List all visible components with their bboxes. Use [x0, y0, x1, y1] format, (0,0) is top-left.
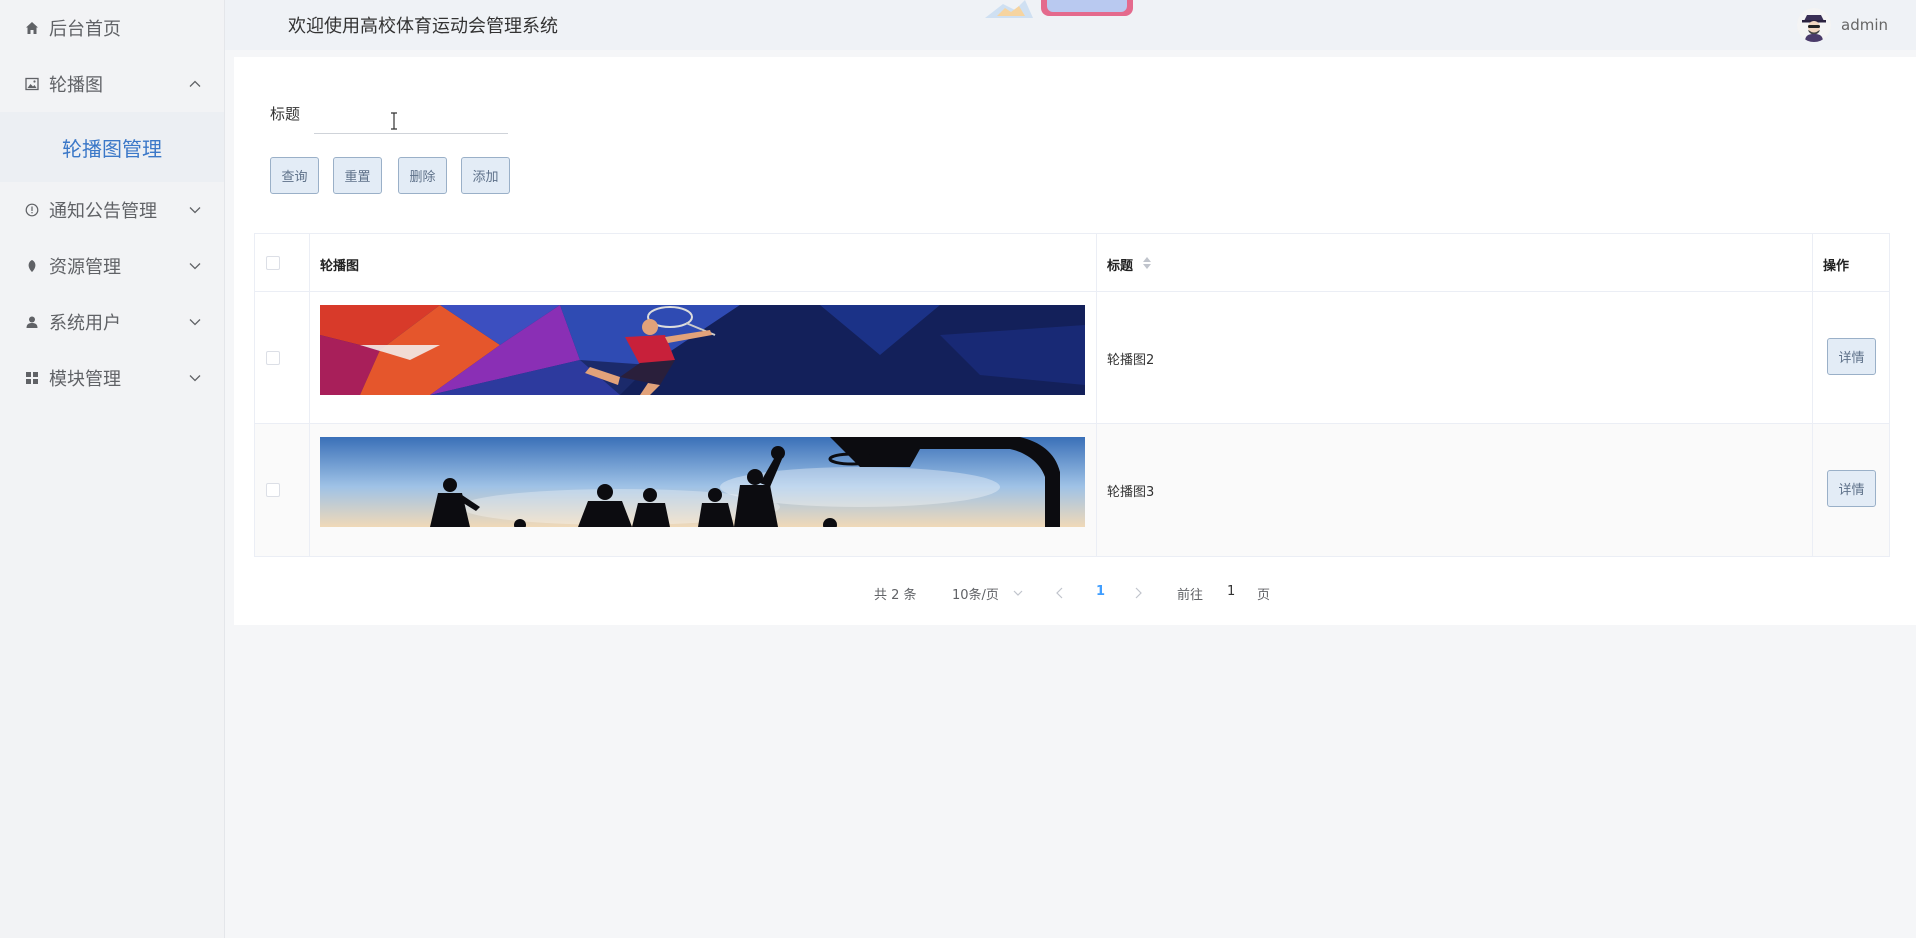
leaf-icon: [24, 258, 40, 274]
page-title: 欢迎使用高校体育运动会管理系统: [288, 16, 558, 37]
home-icon: [24, 20, 40, 36]
sidebar-item-system-users[interactable]: 系统用户: [0, 294, 224, 350]
badminton-banner-image: [320, 305, 1085, 395]
row-checkbox[interactable]: [266, 483, 280, 497]
sidebar: 后台首页 轮播图 轮播图管理 通知公告管理 资源管理 系统用户 模块管理: [0, 0, 225, 938]
pagination: 共 2 条 10条/页 1 前往 1 页: [234, 580, 1916, 606]
basketball-banner-image: [320, 437, 1085, 527]
chevron-down-icon: [189, 375, 201, 382]
header-decoration-image: [985, 0, 1133, 18]
header-title-cell[interactable]: 标题: [1097, 234, 1813, 291]
column-header-actions: 操作: [1823, 259, 1850, 274]
chevron-down-icon[interactable]: [1012, 587, 1024, 599]
current-page-number[interactable]: 1: [1096, 584, 1105, 599]
chevron-down-icon: [189, 319, 201, 326]
sidebar-subitem-label: 轮播图管理: [62, 136, 162, 161]
sidebar-item-resources[interactable]: 资源管理: [0, 238, 224, 294]
username: admin: [1841, 16, 1888, 34]
row-title-text: 轮播图3: [1107, 485, 1155, 500]
chevron-down-icon: [189, 207, 201, 214]
row-actions-cell: 详情: [1813, 292, 1891, 423]
image-icon: [24, 76, 40, 92]
row-title-text: 轮播图2: [1107, 353, 1155, 368]
grid-icon: [24, 370, 40, 386]
row-actions-cell: 详情: [1813, 424, 1891, 556]
select-all-checkbox[interactable]: [266, 256, 280, 270]
delete-button[interactable]: 删除: [398, 157, 447, 194]
sidebar-subitem-carousel-manage[interactable]: 轮播图管理: [0, 112, 224, 182]
table-header: 轮播图 标题 操作: [255, 234, 1889, 292]
column-header-title: 标题: [1107, 259, 1134, 274]
row-title-cell: 轮播图2: [1097, 292, 1813, 423]
pagination-total: 共 2 条: [874, 588, 917, 603]
search-title-label: 标题: [270, 105, 301, 123]
table-row: 轮播图2 详情: [255, 292, 1889, 424]
sidebar-item-label: 系统用户: [49, 313, 121, 334]
column-header-image: 轮播图: [320, 259, 360, 274]
sidebar-item-label: 资源管理: [49, 257, 121, 278]
sort-caret-icon[interactable]: [1142, 256, 1152, 270]
sidebar-item-modules[interactable]: 模块管理: [0, 350, 224, 406]
sidebar-item-home[interactable]: 后台首页: [0, 0, 224, 56]
query-button[interactable]: 查询: [270, 157, 319, 194]
sidebar-item-carousel[interactable]: 轮播图: [0, 56, 224, 112]
row-image-cell: [310, 424, 1097, 556]
goto-label: 前往: [1177, 588, 1204, 603]
reset-button[interactable]: 重置: [333, 157, 382, 194]
page-size-select[interactable]: 10条/页: [952, 584, 999, 603]
top-header: 欢迎使用高校体育运动会管理系统 admin: [225, 0, 1916, 50]
header-actions-cell: 操作: [1813, 234, 1891, 291]
row-select-cell: [255, 292, 310, 423]
goto-page-input[interactable]: 1: [1227, 584, 1235, 599]
header-image-cell: 轮播图: [310, 234, 1097, 291]
next-page-icon[interactable]: [1132, 586, 1144, 600]
row-checkbox[interactable]: [266, 351, 280, 365]
sidebar-item-label: 后台首页: [49, 19, 121, 40]
sidebar-item-label: 通知公告管理: [49, 201, 157, 222]
table-row: 轮播图3 详情: [255, 424, 1889, 556]
sidebar-item-label: 模块管理: [49, 369, 121, 390]
row-title-cell: 轮播图3: [1097, 424, 1813, 556]
chevron-down-icon: [189, 263, 201, 270]
main-content: 标题 查询 重置 删除 添加 轮播图 标题 操作 轮播图2 详情 轮播图3 详情…: [234, 57, 1916, 625]
user-icon: [24, 314, 40, 330]
search-title-input[interactable]: [314, 97, 508, 134]
detail-button[interactable]: 详情: [1827, 470, 1876, 507]
sidebar-item-notice[interactable]: 通知公告管理: [0, 182, 224, 238]
chevron-up-icon: [189, 80, 201, 87]
sidebar-item-label: 轮播图: [49, 75, 103, 96]
add-button[interactable]: 添加: [461, 157, 510, 194]
avatar: [1797, 8, 1831, 42]
user-menu[interactable]: admin: [1797, 6, 1888, 44]
info-icon: [24, 202, 40, 218]
row-image-cell: [310, 292, 1097, 423]
detail-button[interactable]: 详情: [1827, 338, 1876, 375]
row-select-cell: [255, 424, 310, 556]
prev-page-icon[interactable]: [1054, 586, 1066, 600]
text-cursor-icon: [391, 112, 397, 130]
carousel-table: 轮播图 标题 操作 轮播图2 详情 轮播图3 详情: [254, 233, 1890, 557]
header-select-cell: [255, 234, 310, 291]
page-suffix-label: 页: [1257, 588, 1271, 603]
